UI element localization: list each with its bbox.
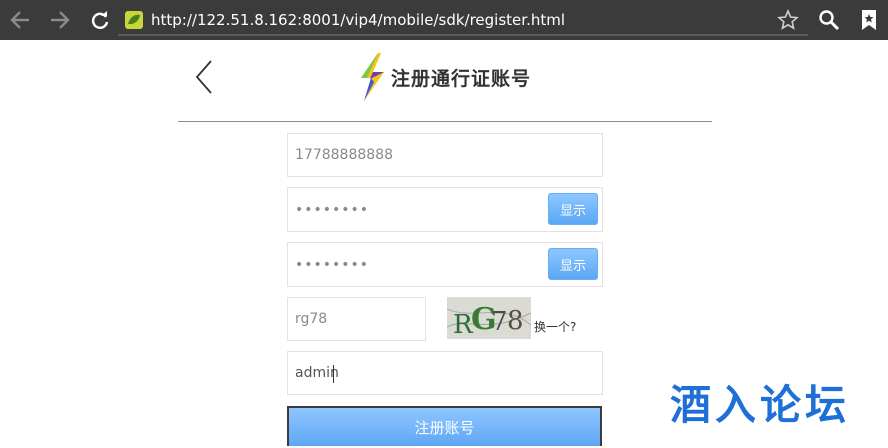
svg-text:8: 8 — [507, 306, 524, 336]
phone-input[interactable]: 17788888888 — [287, 133, 603, 177]
captcha-image[interactable]: R G 7 8 — [447, 297, 531, 339]
forum-watermark: 酒入论坛 — [670, 381, 850, 429]
bookmark-icon[interactable] — [857, 0, 881, 40]
confirm-password-value: •••••••• — [295, 256, 370, 273]
password-input[interactable]: •••••••• 显示 — [287, 187, 603, 232]
back-icon[interactable] — [6, 0, 34, 40]
password-show-button[interactable]: 显示 — [548, 193, 598, 225]
browser-toolbar: http://122.51.8.162:8001/vip4/mobile/sdk… — [0, 0, 888, 40]
captcha-refresh-link[interactable]: 换一个? — [534, 318, 576, 335]
captcha-input[interactable]: rg78 — [287, 297, 426, 341]
captcha-value: rg78 — [295, 311, 328, 327]
site-favicon-icon — [124, 0, 144, 40]
phone-value: 17788888888 — [295, 147, 393, 163]
header-divider — [178, 121, 712, 122]
reload-icon[interactable] — [88, 0, 112, 40]
register-submit-button[interactable]: 注册账号 — [287, 406, 602, 446]
text-caret — [333, 365, 334, 383]
username-input[interactable]: admin — [287, 351, 603, 395]
star-icon[interactable] — [776, 0, 800, 40]
password-value: •••••••• — [295, 201, 370, 218]
address-bar-underline — [118, 34, 808, 36]
svg-text:7: 7 — [491, 307, 508, 337]
page-title: 注册通行证账号 — [391, 68, 532, 90]
forward-icon[interactable] — [46, 0, 74, 40]
lightning-logo-icon — [356, 52, 388, 102]
url-text[interactable]: http://122.51.8.162:8001/vip4/mobile/sdk… — [151, 10, 565, 30]
confirm-password-show-button[interactable]: 显示 — [548, 248, 598, 280]
back-chevron-icon[interactable] — [191, 58, 217, 96]
confirm-password-input[interactable]: •••••••• 显示 — [287, 242, 603, 287]
search-icon[interactable] — [817, 0, 841, 40]
